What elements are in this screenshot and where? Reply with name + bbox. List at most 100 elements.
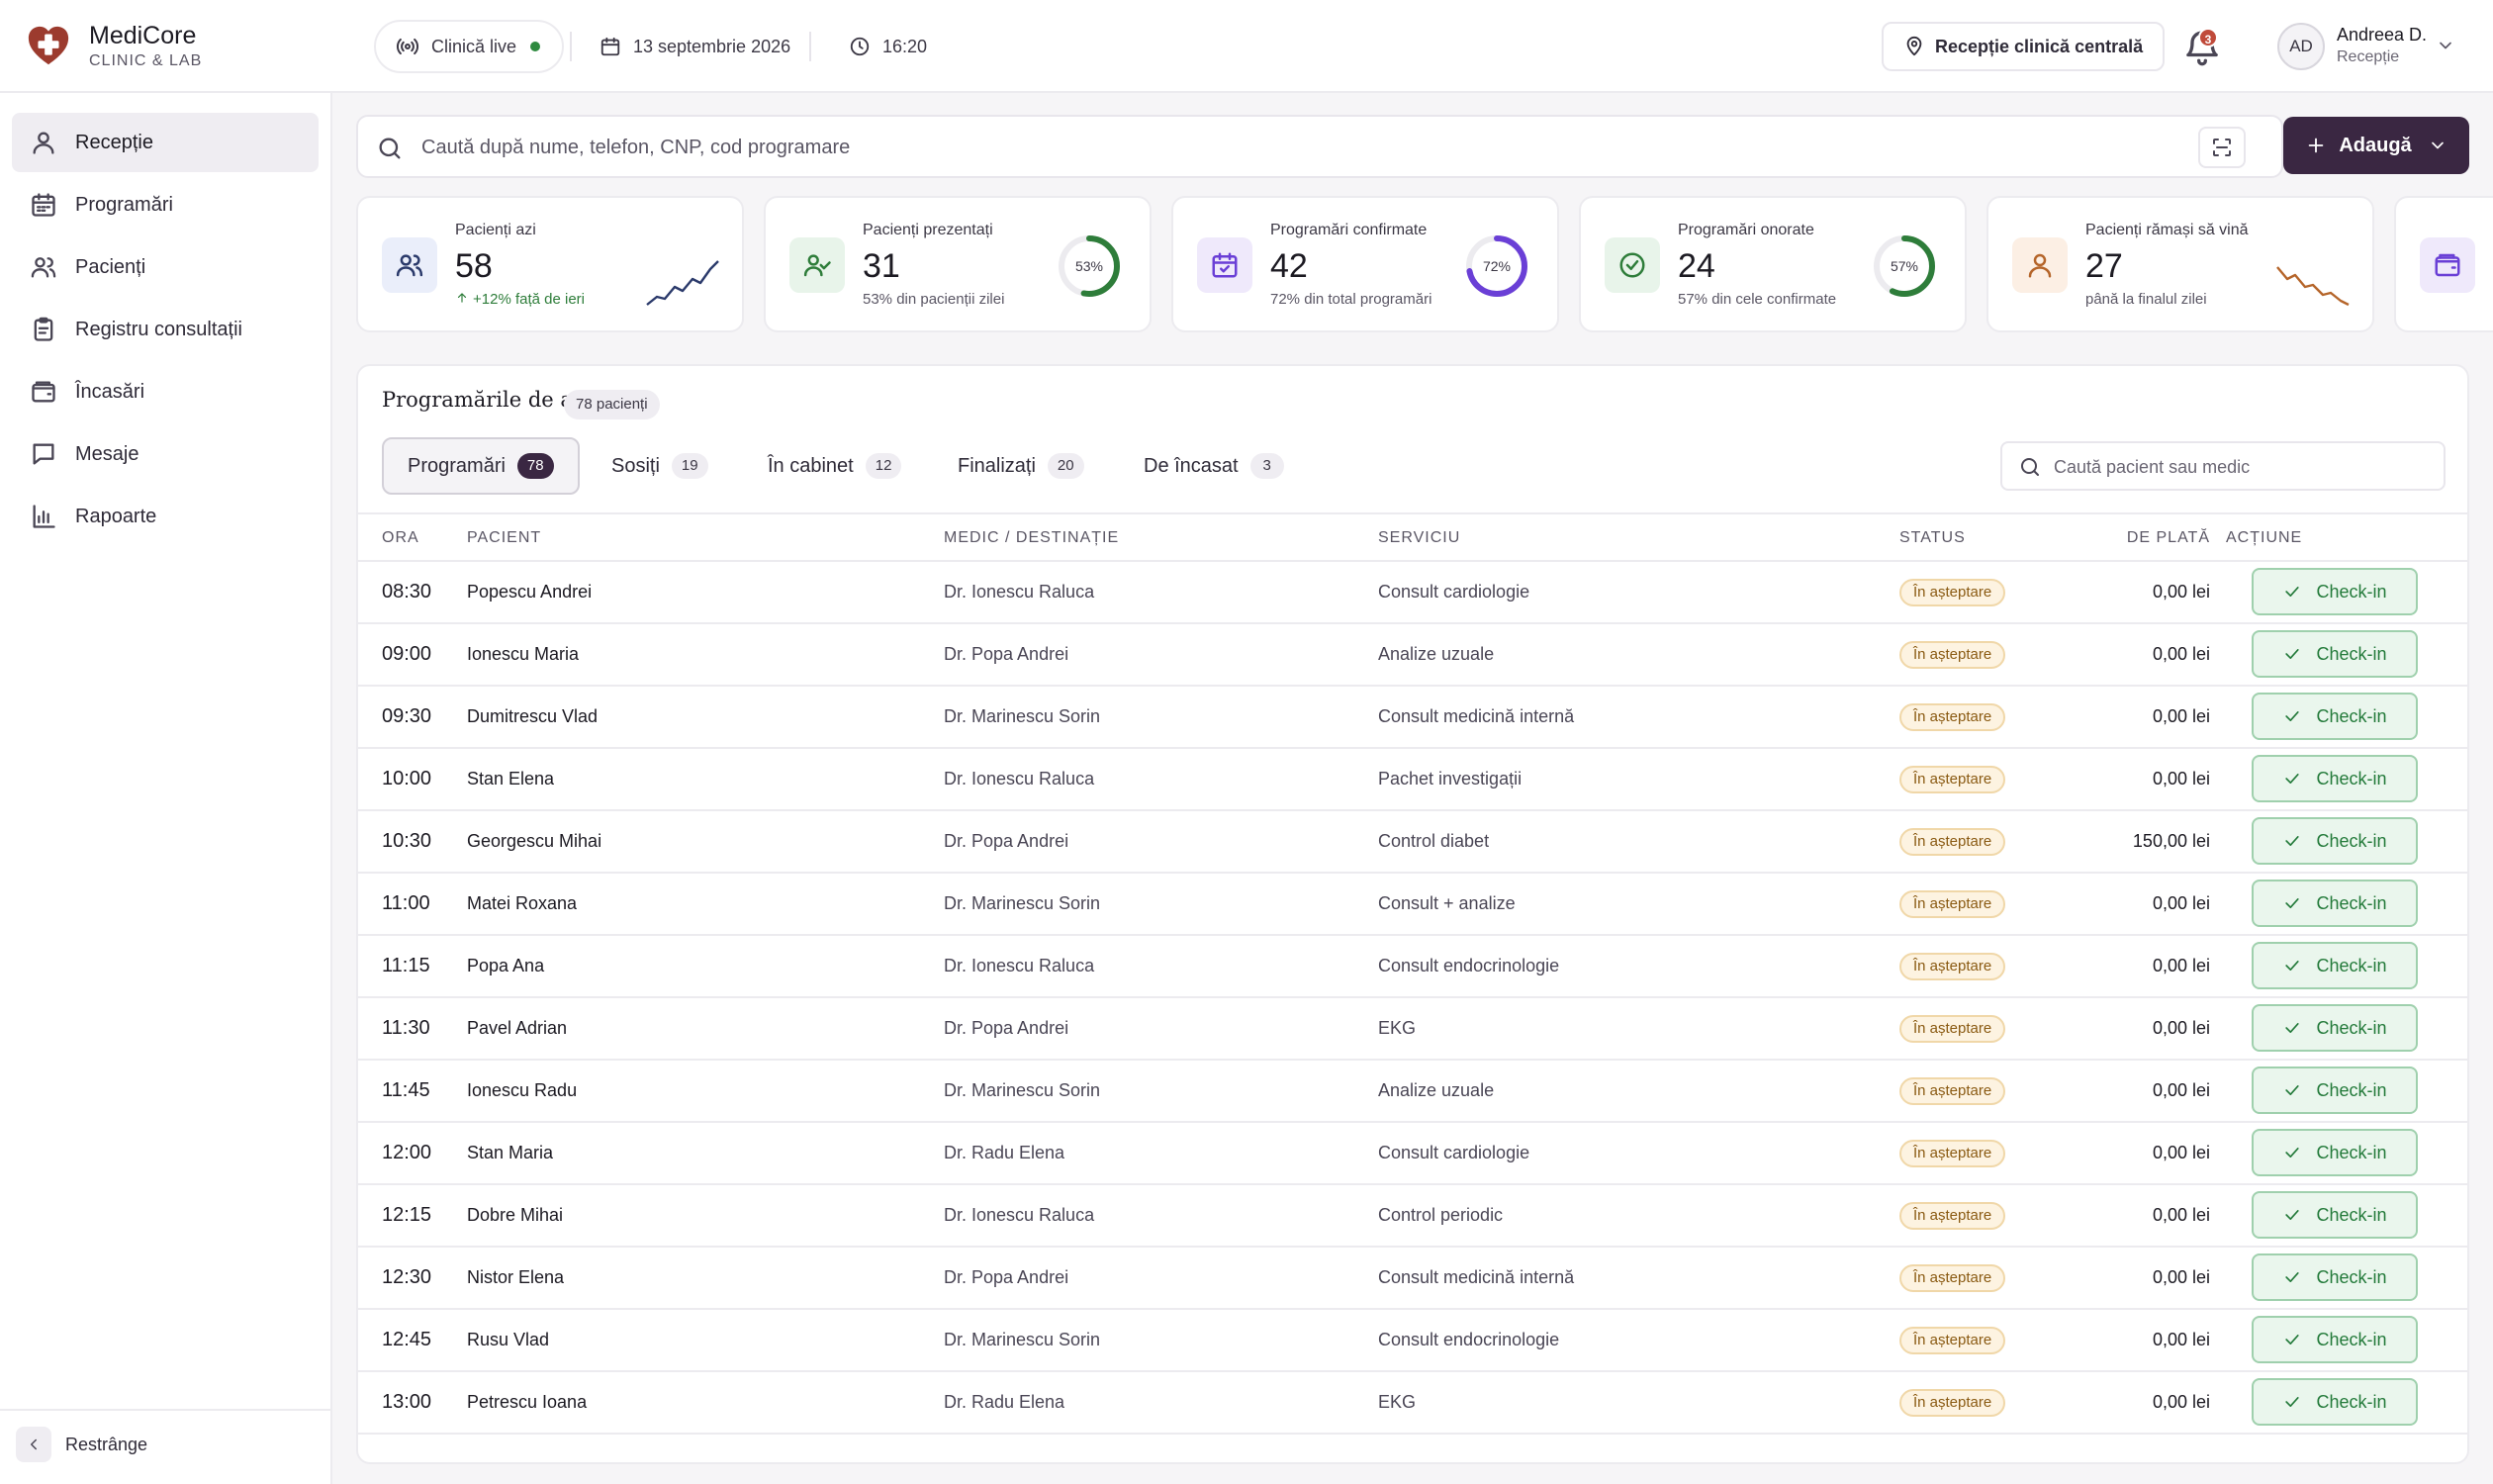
sidebar-item-programari[interactable]: Programări (12, 175, 319, 234)
check-in-button[interactable]: Check-in (2252, 1316, 2418, 1363)
status-badge: În așteptare (1899, 1264, 2006, 1292)
chevron-down-icon[interactable] (2436, 36, 2455, 55)
tab-sositi[interactable]: Sosiți 19 (588, 437, 732, 495)
sidebar-item-registru-consultatii[interactable]: Registru consultații (12, 300, 319, 359)
patient-name[interactable]: Rusu Vlad (467, 1310, 549, 1370)
column-header-service[interactable]: SERVICIU (1378, 514, 1460, 562)
appointment-time: 11:30 (382, 1017, 430, 1039)
stat-card-patients-today[interactable]: Pacienți azi 58 +12% față de ieri (356, 196, 744, 332)
table-row[interactable]: 13:00 Petrescu Ioana Dr. Radu Elena EKG În a… (358, 1372, 2467, 1435)
table-row[interactable]: 11:15 Popa Ana Dr. Ionescu Raluca Consult e… (358, 936, 2467, 998)
check-in-button[interactable]: Check-in (2252, 1067, 2418, 1114)
column-header-doctor[interactable]: MEDIC / DESTINAȚIE (944, 514, 1119, 562)
patient-name[interactable]: Pavel Adrian (467, 998, 567, 1059)
patient-search-input[interactable] (2054, 453, 2430, 481)
sidebar-item-mesaje[interactable]: Mesaje (12, 424, 319, 484)
progress-ring-label: 72% (1482, 258, 1512, 274)
tab-finalizati[interactable]: Finalizați 20 (934, 437, 1108, 495)
stat-subtitle: 53% din pacienții zilei (863, 291, 1005, 308)
patient-name[interactable]: Popa Ana (467, 936, 544, 996)
sidebar-item-incasari[interactable]: Încasări (12, 362, 319, 421)
patient-name[interactable]: Matei Roxana (467, 874, 577, 934)
stat-card-confirmed-appointments[interactable]: Programări confirmate 42 72% din total p… (1171, 196, 1559, 332)
message-icon (33, 443, 54, 465)
patient-name[interactable]: Stan Maria (467, 1123, 553, 1183)
column-header-status[interactable]: STATUS (1899, 514, 1966, 562)
check-in-button[interactable]: Check-in (2252, 1191, 2418, 1239)
patient-name[interactable]: Ionescu Radu (467, 1061, 577, 1121)
stat-card-patients-remaining[interactable]: Pacienți rămași să vină 27 până la final… (1986, 196, 2374, 332)
table-row[interactable]: 09:00 Ionescu Maria Dr. Popa Andrei Analize… (358, 624, 2467, 687)
table-row[interactable]: 12:15 Dobre Mihai Dr. Ionescu Raluca Contro… (358, 1185, 2467, 1248)
check-in-label: Check-in (2316, 643, 2387, 664)
patient-name[interactable]: Georgescu Mihai (467, 811, 601, 872)
avatar[interactable]: AD (2277, 23, 2325, 70)
tab-de-incasat[interactable]: De încasat 3 (1120, 437, 1308, 495)
patient-name[interactable]: Ionescu Maria (467, 624, 579, 685)
check-icon (2285, 898, 2300, 908)
tab-programari[interactable]: Programări 78 (382, 437, 580, 495)
column-header-time[interactable]: ORA (382, 514, 419, 562)
scan-button[interactable] (2198, 127, 2246, 168)
check-in-button[interactable]: Check-in (2252, 817, 2418, 865)
doctor-name: Dr. Ionescu Raluca (944, 582, 1095, 602)
patient-name[interactable]: Stan Elena (467, 749, 554, 809)
sidebar-item-pacienti[interactable]: Pacienți (12, 237, 319, 297)
check-in-label: Check-in (2316, 1017, 2387, 1038)
stat-trend: +12% față de ieri (455, 291, 585, 308)
sidebar-item-receptie[interactable]: Recepție (12, 113, 319, 172)
column-header-action: ACȚIUNE (2226, 529, 2303, 546)
table-row[interactable]: 11:30 Pavel Adrian Dr. Popa Andrei EKG În aș… (358, 998, 2467, 1061)
stat-title: Pacienți azi (455, 222, 536, 238)
check-icon (2285, 587, 2300, 597)
sidebar-item-label: Rapoarte (75, 505, 157, 527)
column-header-amount[interactable]: DE PLATĂ (2127, 514, 2210, 562)
check-in-button[interactable]: Check-in (2252, 1378, 2418, 1426)
check-in-button[interactable]: Check-in (2252, 755, 2418, 802)
current-time: 16:20 (849, 20, 927, 73)
stat-card-partial[interactable] (2394, 196, 2493, 332)
add-button[interactable]: Adaugă (2283, 117, 2469, 174)
clinic-live-status[interactable]: Clinică live (374, 20, 565, 73)
brand[interactable]: MediCore CLINIC & LAB (26, 22, 202, 71)
check-in-button[interactable]: Check-in (2252, 568, 2418, 615)
patient-name[interactable]: Dobre Mihai (467, 1185, 563, 1246)
patient-name[interactable]: Popescu Andrei (467, 562, 592, 622)
patient-name[interactable]: Nistor Elena (467, 1248, 564, 1308)
tab-in-cabinet[interactable]: În cabinet 12 (744, 437, 925, 495)
patient-name[interactable]: Dumitrescu Vlad (467, 687, 598, 747)
check-in-button[interactable]: Check-in (2252, 942, 2418, 989)
table-row[interactable]: 12:45 Rusu Vlad Dr. Marinescu Sorin Consult… (358, 1310, 2467, 1372)
add-button-label: Adaugă (2339, 134, 2412, 156)
table-row[interactable]: 12:30 Nistor Elena Dr. Popa Andrei Consult … (358, 1248, 2467, 1310)
check-in-button[interactable]: Check-in (2252, 630, 2418, 678)
table-row[interactable]: 10:00 Stan Elena Dr. Ionescu Raluca Pachet … (358, 749, 2467, 811)
table-row[interactable]: 12:00 Stan Maria Dr. Radu Elena Consult car… (358, 1123, 2467, 1185)
appointment-time: 11:15 (382, 955, 430, 976)
table-row[interactable]: 11:00 Matei Roxana Dr. Marinescu Sorin Cons… (358, 874, 2467, 936)
doctor-name: Dr. Marinescu Sorin (944, 893, 1101, 913)
amount-due: 0,00 lei (2152, 582, 2210, 602)
service-name: Analize uzuale (1378, 1080, 1495, 1100)
check-in-button[interactable]: Check-in (2252, 693, 2418, 740)
table-row[interactable]: 08:30 Popescu Andrei Dr. Ionescu Raluca Con… (358, 562, 2467, 624)
user-name[interactable]: Andreea D. (2337, 25, 2427, 46)
check-in-button[interactable]: Check-in (2252, 1004, 2418, 1052)
table-row-partial (358, 1435, 2467, 1462)
column-header-patient[interactable]: PACIENT (467, 514, 541, 562)
stat-card-patients-arrived[interactable]: Pacienți prezentați 31 53% din pacienții… (764, 196, 1152, 332)
stat-card-honored-appointments[interactable]: Programări onorate 24 57% din cele confi… (1579, 196, 1967, 332)
scan-icon (2213, 139, 2231, 156)
patient-name[interactable]: Petrescu Ioana (467, 1372, 587, 1433)
search-input[interactable] (421, 131, 2202, 164)
table-row[interactable]: 09:30 Dumitrescu Vlad Dr. Marinescu Sorin C… (358, 687, 2467, 749)
table-row[interactable]: 10:30 Georgescu Mihai Dr. Popa Andrei Contr… (358, 811, 2467, 874)
table-row[interactable]: 11:45 Ionescu Radu Dr. Marinescu Sorin Anal… (358, 1061, 2467, 1123)
sidebar-item-rapoarte[interactable]: Rapoarte (12, 487, 319, 546)
collapse-sidebar-button[interactable]: Restrânge (16, 1427, 147, 1462)
check-in-button[interactable]: Check-in (2252, 880, 2418, 927)
check-in-button[interactable]: Check-in (2252, 1129, 2418, 1176)
check-in-button[interactable]: Check-in (2252, 1253, 2418, 1301)
status-badge: În așteptare (1899, 828, 2006, 856)
location-selector-button[interactable]: Recepție clinică centrală (1882, 22, 2166, 71)
